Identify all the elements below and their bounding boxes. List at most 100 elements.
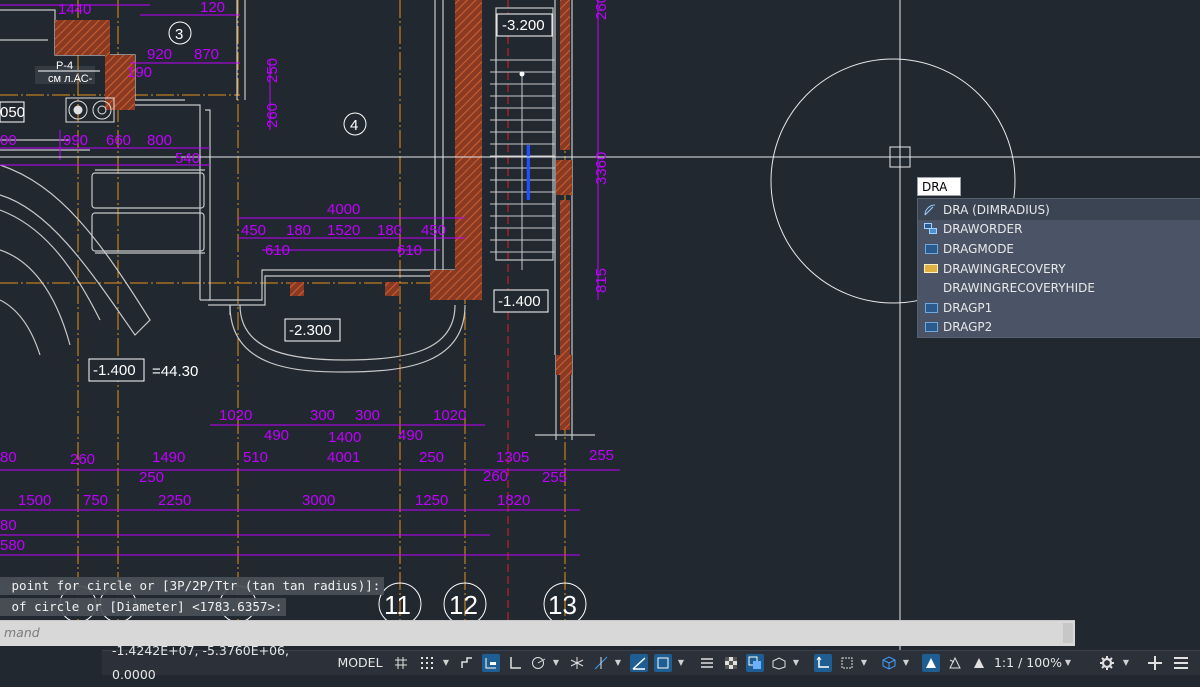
dim-text: 300: [355, 407, 380, 424]
dynamic-ucs-icon[interactable]: [814, 654, 832, 672]
elevation-box: -2.300: [289, 322, 332, 339]
dim-text: 510: [243, 449, 268, 466]
annotation-visibility-icon[interactable]: [922, 654, 940, 672]
dim-text: 260: [483, 468, 508, 485]
command-icon: [923, 243, 939, 255]
dim-text: 250: [419, 449, 444, 466]
chevron-down-icon[interactable]: ▼: [614, 651, 622, 675]
chevron-down-icon[interactable]: ▼: [792, 651, 800, 675]
dim-text: 1400: [328, 429, 361, 446]
dim-text: 3360: [593, 152, 610, 185]
dim-text: 870: [194, 46, 219, 63]
autocomplete-item[interactable]: DRAGMODE: [918, 239, 1200, 259]
dim-text: 490: [264, 427, 289, 444]
dim-text: 750: [83, 492, 108, 509]
command-icon: [923, 321, 939, 333]
dim-text: 610: [265, 242, 290, 259]
dim-text: 1500: [18, 492, 51, 509]
dim-text: 180: [286, 222, 311, 239]
autocomplete-item-label: DRAWINGRECOVERY: [943, 261, 1066, 276]
object-snap-icon[interactable]: [654, 654, 672, 672]
axis-marker: 13: [548, 590, 577, 620]
gizmo-icon[interactable]: [880, 654, 898, 672]
transparency-icon[interactable]: [722, 654, 740, 672]
dim-text: 1250: [415, 492, 448, 509]
dim-text: 255: [589, 447, 614, 464]
dynamic-input-icon[interactable]: [482, 654, 500, 672]
chevron-down-icon[interactable]: ▼: [442, 651, 450, 675]
room-marker: 3: [175, 26, 183, 43]
dim-text: 80: [0, 517, 17, 534]
chevron-down-icon[interactable]: ▼: [1122, 651, 1130, 675]
dim-text: 990: [63, 132, 88, 149]
dim-text: 1305: [496, 449, 529, 466]
dim-text: 255: [542, 469, 567, 486]
autocomplete-item-label: DRAGP1: [943, 300, 993, 315]
dim-text: 250: [264, 58, 281, 83]
object-snap-tracking-icon[interactable]: [592, 654, 610, 672]
dim-text: 1020: [433, 407, 466, 424]
auto-scale-icon[interactable]: [946, 654, 964, 672]
command-history-line: of circle or [Diameter] <1783.6357>:: [0, 598, 287, 616]
command-autocomplete-list: DRA (DIMRADIUS) DRAWORDER DRAGMODE DRAWI…: [917, 198, 1200, 338]
selection-filter-icon[interactable]: [838, 654, 856, 672]
dim-text: 260: [593, 0, 610, 20]
model-space-button[interactable]: MODEL: [334, 651, 386, 675]
ortho-icon[interactable]: [506, 654, 524, 672]
stair-start-dot: [519, 71, 525, 77]
dynamic-input-field[interactable]: DRA: [917, 177, 961, 196]
annotation-scale-icon[interactable]: [970, 654, 988, 672]
autocomplete-item[interactable]: DRAWINGRECOVERY: [918, 258, 1200, 279]
autocomplete-item[interactable]: DRAWINGRECOVERYHIDE: [918, 278, 1200, 298]
autocomplete-item-label: DRAGMODE: [943, 241, 1015, 256]
dim-text: 2250: [158, 492, 191, 509]
isodraft-icon[interactable]: [568, 654, 586, 672]
command-history-line: point for circle or [3P/2P/Ttr (tan tan …: [0, 577, 385, 595]
chevron-down-icon[interactable]: ▼: [1064, 651, 1072, 675]
dim-text: 540: [175, 150, 200, 167]
dim-text: 580: [0, 537, 25, 554]
polar-tracking-icon[interactable]: [530, 654, 548, 672]
dim-text: 4001: [327, 449, 360, 466]
snap-icon[interactable]: [418, 654, 436, 672]
3d-object-snap-icon[interactable]: [770, 654, 788, 672]
draworder-icon: [923, 223, 939, 235]
dimradius-icon: [923, 204, 939, 216]
autocomplete-item[interactable]: DRAWORDER: [918, 219, 1200, 240]
elevation-note: =44.30: [152, 363, 198, 380]
coordinate-readout[interactable]: -1.4242E+07, -5.3760E+06, 0.0000: [112, 643, 332, 682]
command-prompt: mand: [4, 625, 40, 640]
dim-text: 1020: [219, 407, 252, 424]
autocomplete-item[interactable]: DRAGP2: [918, 317, 1200, 338]
autocomplete-item[interactable]: DRA (DIMRADIUS): [918, 200, 1200, 220]
chevron-down-icon[interactable]: ▼: [860, 651, 868, 675]
chevron-down-icon[interactable]: ▼: [552, 651, 560, 675]
command-line-scroll[interactable]: [1063, 623, 1073, 643]
dim-text: 190: [127, 64, 152, 81]
dim-text: 1520: [327, 222, 360, 239]
lineweight-display-icon[interactable]: [698, 654, 716, 672]
stair-label: ▬▬▬▬▬: [521, 145, 533, 200]
autocomplete-item-label: DRA (DIMRADIUS): [943, 202, 1050, 217]
chevron-down-icon[interactable]: ▼: [677, 651, 685, 675]
customization-menu-icon[interactable]: [1172, 654, 1190, 672]
dim-text: 1820: [497, 492, 530, 509]
wall-label: P-4: [56, 60, 73, 72]
command-icon: [923, 302, 939, 314]
infer-constraints-icon[interactable]: [458, 654, 476, 672]
dim-text: 260: [70, 451, 95, 468]
wall-label: см л.АС-: [48, 73, 93, 85]
grid-icon[interactable]: [392, 654, 410, 672]
plus-icon[interactable]: [1146, 654, 1164, 672]
dim-text: 4000: [327, 201, 360, 218]
annotation-scale-readout[interactable]: 1:1 / 100%: [992, 651, 1064, 675]
gear-icon[interactable]: [1098, 654, 1116, 672]
drawing-recovery-icon: [923, 263, 939, 275]
dim-text: 180: [377, 222, 402, 239]
lineweight-icon[interactable]: [630, 654, 648, 672]
chevron-down-icon[interactable]: ▼: [902, 651, 910, 675]
dim-text: 250: [139, 469, 164, 486]
autocomplete-item[interactable]: DRAGP1: [918, 297, 1200, 318]
dim-text: 260: [264, 103, 281, 128]
selection-cycling-icon[interactable]: [746, 654, 764, 672]
